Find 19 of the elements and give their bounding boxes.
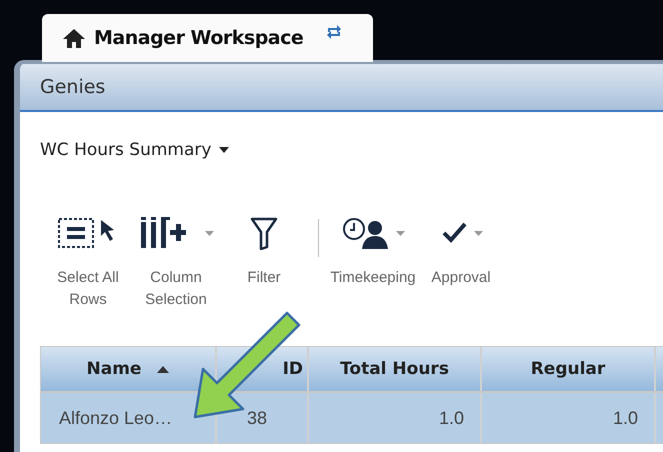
toolbar-button[interactable]: Filter	[220, 215, 308, 315]
home-icon	[62, 28, 86, 48]
table-cell: 1.0	[482, 393, 656, 443]
filter-icon	[249, 216, 279, 250]
panel-title: Genies	[40, 76, 106, 98]
tab-title: Manager Workspace	[94, 27, 304, 49]
table-cell: 1.0	[309, 393, 482, 443]
toolbar-button[interactable]: Column Selection	[132, 215, 220, 315]
caret-icon	[219, 147, 230, 153]
workspace-tab[interactable]: Manager Workspace	[42, 14, 373, 62]
column-header[interactable]: Name	[41, 347, 217, 391]
refresh-icon[interactable]	[325, 24, 344, 40]
table-row[interactable]: Alfonzo Leo… 38 1.0 1.0	[41, 391, 663, 443]
toolbar-button[interactable]: Approval	[417, 215, 505, 315]
column-header[interactable]: Total Hours	[309, 347, 482, 391]
column-header[interactable]: Regular	[482, 347, 656, 391]
toolbar-button[interactable]: Select All Rows	[44, 215, 132, 315]
toolbar-button[interactable]: Timekeeping	[329, 215, 417, 315]
view-selector[interactable]: WC Hours Summary	[40, 140, 230, 160]
